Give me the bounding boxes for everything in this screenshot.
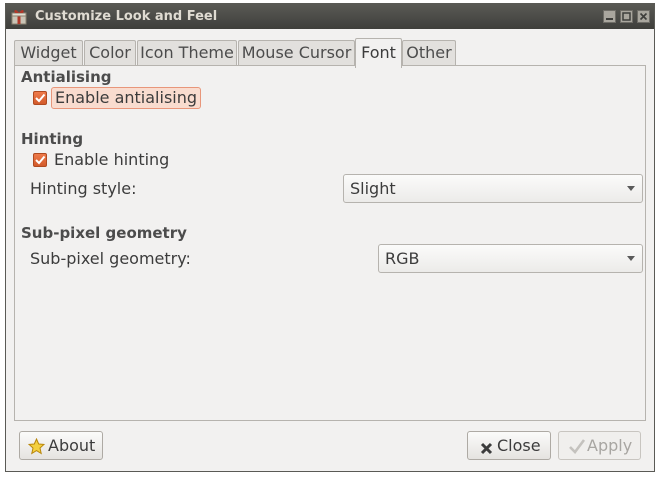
tab-icon-theme[interactable]: Icon Theme: [137, 40, 237, 65]
chevron-down-icon: [627, 186, 635, 191]
subpixel-geometry-label: Sub-pixel geometry:: [30, 249, 191, 268]
close-window-button[interactable]: [637, 10, 650, 23]
minimize-button[interactable]: [603, 10, 616, 23]
tab-other[interactable]: Other: [402, 40, 456, 65]
hinting-section-title: Hinting: [21, 130, 84, 148]
hinting-style-value: Slight: [350, 179, 396, 198]
dialog-window: Customize Look and Feel Widget Color Ico…: [5, 3, 655, 472]
tab-color[interactable]: Color: [84, 40, 136, 65]
hinting-style-dropdown[interactable]: Slight: [343, 174, 643, 203]
close-icon: [480, 440, 493, 459]
enable-hinting-label[interactable]: Enable hinting: [51, 149, 172, 171]
close-button-label: Close: [497, 436, 541, 455]
subpixel-section-title: Sub-pixel geometry: [21, 224, 187, 242]
chevron-down-icon: [627, 256, 635, 261]
about-button-label: About: [48, 436, 96, 455]
apply-button-label: Apply: [587, 436, 633, 455]
tab-widget[interactable]: Widget: [14, 40, 83, 65]
hinting-style-label: Hinting style:: [30, 179, 137, 198]
window-title: Customize Look and Feel: [35, 9, 218, 24]
checkmark-icon[interactable]: [33, 91, 47, 105]
checkmark-icon[interactable]: [33, 153, 47, 167]
gift-box-icon: [11, 8, 27, 25]
tab-font[interactable]: Font: [355, 38, 402, 68]
about-button[interactable]: About: [19, 431, 103, 460]
font-tab-panel: Antialising Enable antialising Hinting E…: [14, 65, 646, 421]
tab-mouse-cursor[interactable]: Mouse Cursor: [238, 40, 355, 65]
star-icon: [27, 437, 46, 459]
enable-antialiasing-label[interactable]: Enable antialising: [51, 87, 202, 109]
subpixel-geometry-dropdown[interactable]: RGB: [378, 244, 643, 273]
close-button[interactable]: Close: [467, 431, 551, 460]
maximize-button[interactable]: [620, 10, 633, 23]
subpixel-geometry-value: RGB: [385, 249, 420, 268]
apply-button[interactable]: Apply: [558, 431, 641, 460]
antialiasing-section-title: Antialising: [21, 68, 112, 86]
checkmark-icon: [568, 438, 586, 459]
title-bar[interactable]: Customize Look and Feel: [6, 4, 654, 29]
